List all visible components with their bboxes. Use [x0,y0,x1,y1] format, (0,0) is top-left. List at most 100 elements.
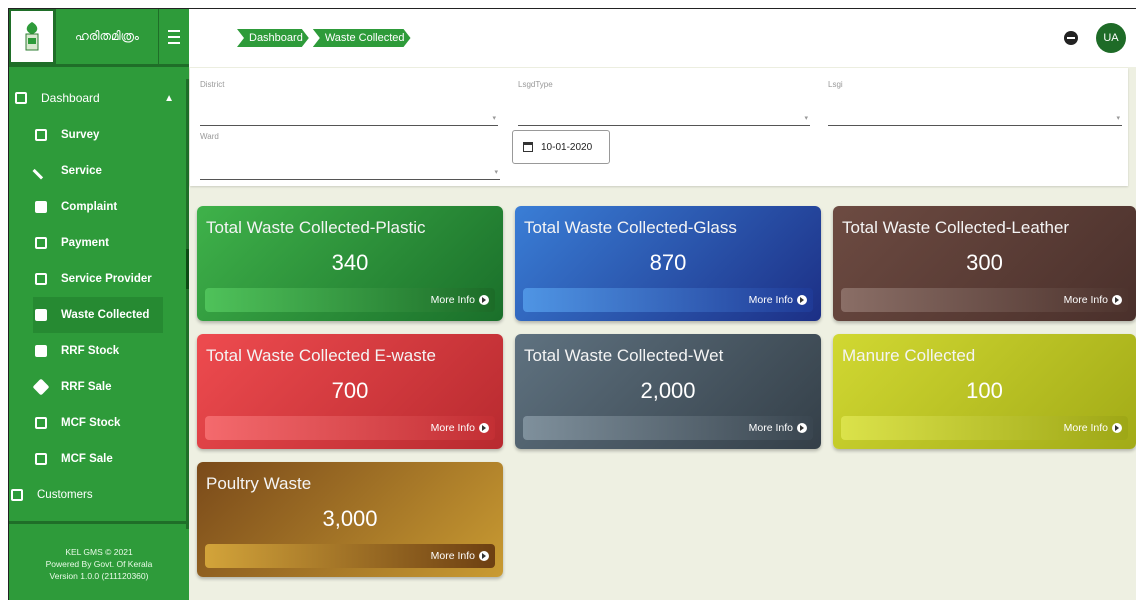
service-provider-icon [35,273,47,285]
breadcrumb-waste-collected[interactable]: Waste Collected [313,29,411,47]
card-glass: Total Waste Collected-Glass 870 More Inf… [515,206,821,321]
sidebar-item-label: Payment [61,237,109,249]
sidebar-footer: KEL GMS © 2021 Powered By Govt. Of Keral… [9,521,189,600]
sidebar-item-label: MCF Stock [61,417,121,429]
sidebar-item-mcf-sale[interactable]: MCF Sale [9,441,186,477]
more-info-link[interactable]: More Info [205,416,495,440]
card-value: 100 [966,378,1003,403]
card-value: 2,000 [640,378,696,403]
date-picker-button[interactable]: 10-01-2020 [512,130,610,164]
arrow-circle-right-icon [1112,423,1122,433]
top-right-controls: UA [1064,23,1126,53]
card-title: Total Waste Collected-Plastic [206,218,426,237]
card-title: Poultry Waste [206,474,312,493]
top-bar: Dashboard Waste Collected UA [189,9,1136,67]
sidebar-item-label: Dashboard [41,91,100,105]
card-value: 300 [966,250,1003,275]
truck-icon [35,345,47,357]
version-text: Version 1.0.0 (211120360) [49,571,149,581]
sidebar-item-label: Customers [37,489,93,501]
payment-icon [35,237,47,249]
sidebar-item-rrf-stock[interactable]: RRF Stock [9,333,186,369]
card-wet: Total Waste Collected-Wet 2,000 More Inf… [515,334,821,449]
sidebar-item-survey[interactable]: Survey [9,117,186,153]
card-title: Total Waste Collected-Leather [842,218,1070,237]
lsgd-type-select[interactable]: LsgdType ▾ [518,80,810,126]
more-info-label: More Info [430,294,475,306]
tag-icon [32,378,50,396]
avatar[interactable]: UA [1096,23,1126,53]
language-icon[interactable] [1064,31,1078,45]
sidebar-item-payment[interactable]: Payment [9,225,186,261]
sidebar-item-rrf-sale[interactable]: RRF Sale [9,369,186,405]
arrow-circle-right-icon [797,423,807,433]
card-value: 870 [649,250,687,275]
ward-select[interactable]: Ward ▾ [200,132,500,180]
card-manure: Manure Collected 100 More Info [833,334,1136,449]
sidebar-item-label: Complaint [61,201,118,213]
sidebar-item-label: Survey [61,129,100,141]
more-info-link[interactable]: More Info [205,544,495,568]
breadcrumb-dashboard[interactable]: Dashboard [237,29,309,47]
arrow-circle-right-icon [797,295,807,305]
complaint-icon [35,201,47,213]
sidebar-scrollbar[interactable] [186,249,189,289]
sidebar-item-dashboard[interactable]: Dashboard ▲ [9,79,186,117]
card-value: 340 [331,250,369,275]
card-title: Manure Collected [842,346,976,365]
more-info-link[interactable]: More Info [523,288,813,312]
sidebar-item-customers[interactable]: Customers [9,477,186,513]
dropdown-arrow-icon: ▾ [494,169,498,176]
more-info-link[interactable]: More Info [205,288,495,312]
sidebar-item-mcf-stock[interactable]: MCF Stock [9,405,186,441]
card-leather: Total Waste Collected-Leather 300 More I… [833,206,1136,321]
menu-toggle-button[interactable] [159,9,189,64]
calendar-icon [523,142,533,152]
sidebar: ഹരിതമിത്രം Dashboard ▲ Survey Service Co… [9,9,189,600]
sidebar-item-waste-collected[interactable]: Waste Collected [33,297,163,333]
sidebar-item-service-provider[interactable]: Service Provider [9,261,186,297]
mcf-stock-icon [35,417,47,429]
sidebar-item-label: RRF Sale [61,381,112,393]
more-info-link[interactable]: More Info [523,416,813,440]
arrow-circle-right-icon [479,423,489,433]
chevron-up-icon: ▲ [164,92,174,104]
dropdown-arrow-icon: ▾ [804,115,808,122]
lsgd-type-label: LsgdType [518,80,553,89]
copyright-text: KEL GMS © 2021 [65,547,133,557]
brand-bar: ഹരിതമിത്രം [9,9,189,67]
more-info-label: More Info [430,422,475,434]
more-info-label: More Info [1063,294,1108,306]
filter-panel: District ▾ LsgdType ▾ Lsgi ▾ Ward ▾ 10-0… [190,68,1128,186]
sidebar-item-complaint[interactable]: Complaint [9,189,186,225]
sidebar-item-label: Waste Collected [61,309,150,321]
sidebar-nav: Dashboard ▲ Survey Service Complaint Pay… [9,79,189,529]
card-title: Total Waste Collected-Wet [524,346,724,365]
sidebar-item-label: Service [61,165,102,177]
district-select[interactable]: District ▾ [200,80,498,126]
arrow-circle-right-icon [479,551,489,561]
lsgi-select[interactable]: Lsgi ▾ [828,80,1122,126]
arrow-circle-right-icon [1112,295,1122,305]
card-poultry: Poultry Waste 3,000 More Info [197,462,503,577]
district-label: District [200,80,225,89]
sidebar-item-label: Service Provider [61,273,152,285]
more-info-link[interactable]: More Info [841,288,1128,312]
logo-icon [25,21,39,50]
card-value: 700 [331,378,369,403]
sidebar-item-label: RRF Stock [61,345,120,357]
more-info-link[interactable]: More Info [841,416,1128,440]
mcf-sale-icon [35,453,47,465]
more-info-label: More Info [748,422,793,434]
ward-label: Ward [200,132,219,141]
powered-by-text: Powered By Govt. Of Kerala [45,559,153,569]
sidebar-item-service[interactable]: Service [9,153,186,189]
logo[interactable] [9,9,55,64]
wrench-icon [32,162,50,180]
dropdown-arrow-icon: ▾ [492,115,496,122]
arrow-circle-right-icon [479,295,489,305]
card-title: Total Waste Collected E-waste [206,346,436,365]
lsgi-label: Lsgi [828,80,843,89]
card-plastic: Total Waste Collected-Plastic 340 More I… [197,206,503,321]
customers-icon [11,489,23,501]
